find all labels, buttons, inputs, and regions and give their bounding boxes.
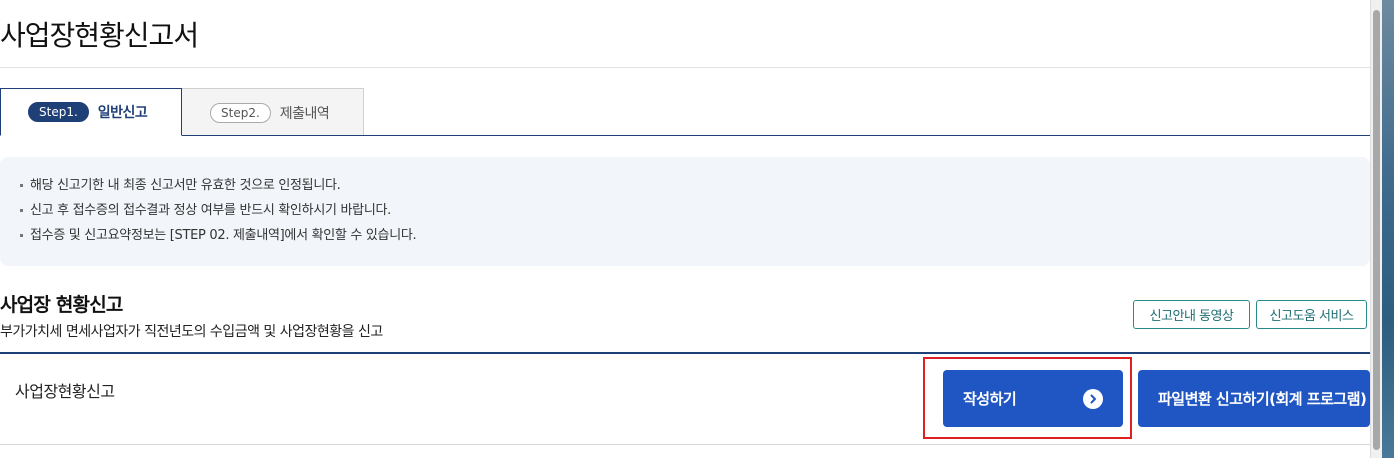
filing-help-button[interactable]: 신고도움 서비스 <box>1256 300 1367 329</box>
tab-step1[interactable]: Step1. 일반신고 <box>0 88 182 136</box>
section-description: 부가가치세 면세사업자가 직전년도의 수입금액 및 사업장현황을 신고 <box>0 324 383 340</box>
notice-item: 접수증 및 신고요약정보는 [STEP 02. 제출내역]에서 확인할 수 있습… <box>18 227 1370 252</box>
chevron-right-circle-icon <box>1083 388 1103 409</box>
title-divider <box>0 67 1370 68</box>
scrollbar[interactable] <box>1370 0 1382 458</box>
tab-underline <box>0 135 1370 136</box>
tab-step2[interactable]: Step2. 제출내역 <box>181 88 364 136</box>
write-button-label: 작성하기 <box>963 390 1017 408</box>
file-convert-button-label: 파일변환 신고하기(회계 프로그램) <box>1158 390 1367 408</box>
tab-label: 제출내역 <box>279 105 330 122</box>
write-button[interactable]: 작성하기 <box>943 370 1123 427</box>
row-label: 사업장현황신고 <box>15 382 115 401</box>
step-badge: Step2. <box>210 102 271 123</box>
scrollbar-thumb[interactable] <box>1373 10 1380 450</box>
tab-label: 일반신고 <box>97 105 148 121</box>
file-convert-button[interactable]: 파일변환 신고하기(회계 프로그램) <box>1138 370 1370 427</box>
section-title: 사업장 현황신고 <box>0 294 123 316</box>
notice-item: 신고 후 접수증의 접수결과 정상 여부를 반드시 확인하시기 바랍니다. <box>18 202 1370 227</box>
row-divider <box>0 444 1370 445</box>
notice-item: 해당 신고기한 내 최종 신고서만 유효한 것으로 인정됩니다. <box>18 177 1370 202</box>
step-badge: Step1. <box>28 102 89 122</box>
section-divider <box>0 352 1370 354</box>
notice-box: 해당 신고기한 내 최종 신고서만 유효한 것으로 인정됩니다. 신고 후 접수… <box>0 157 1370 266</box>
page-title: 사업장현황신고서 <box>0 19 199 52</box>
guide-video-button[interactable]: 신고안내 동영상 <box>1133 300 1250 329</box>
